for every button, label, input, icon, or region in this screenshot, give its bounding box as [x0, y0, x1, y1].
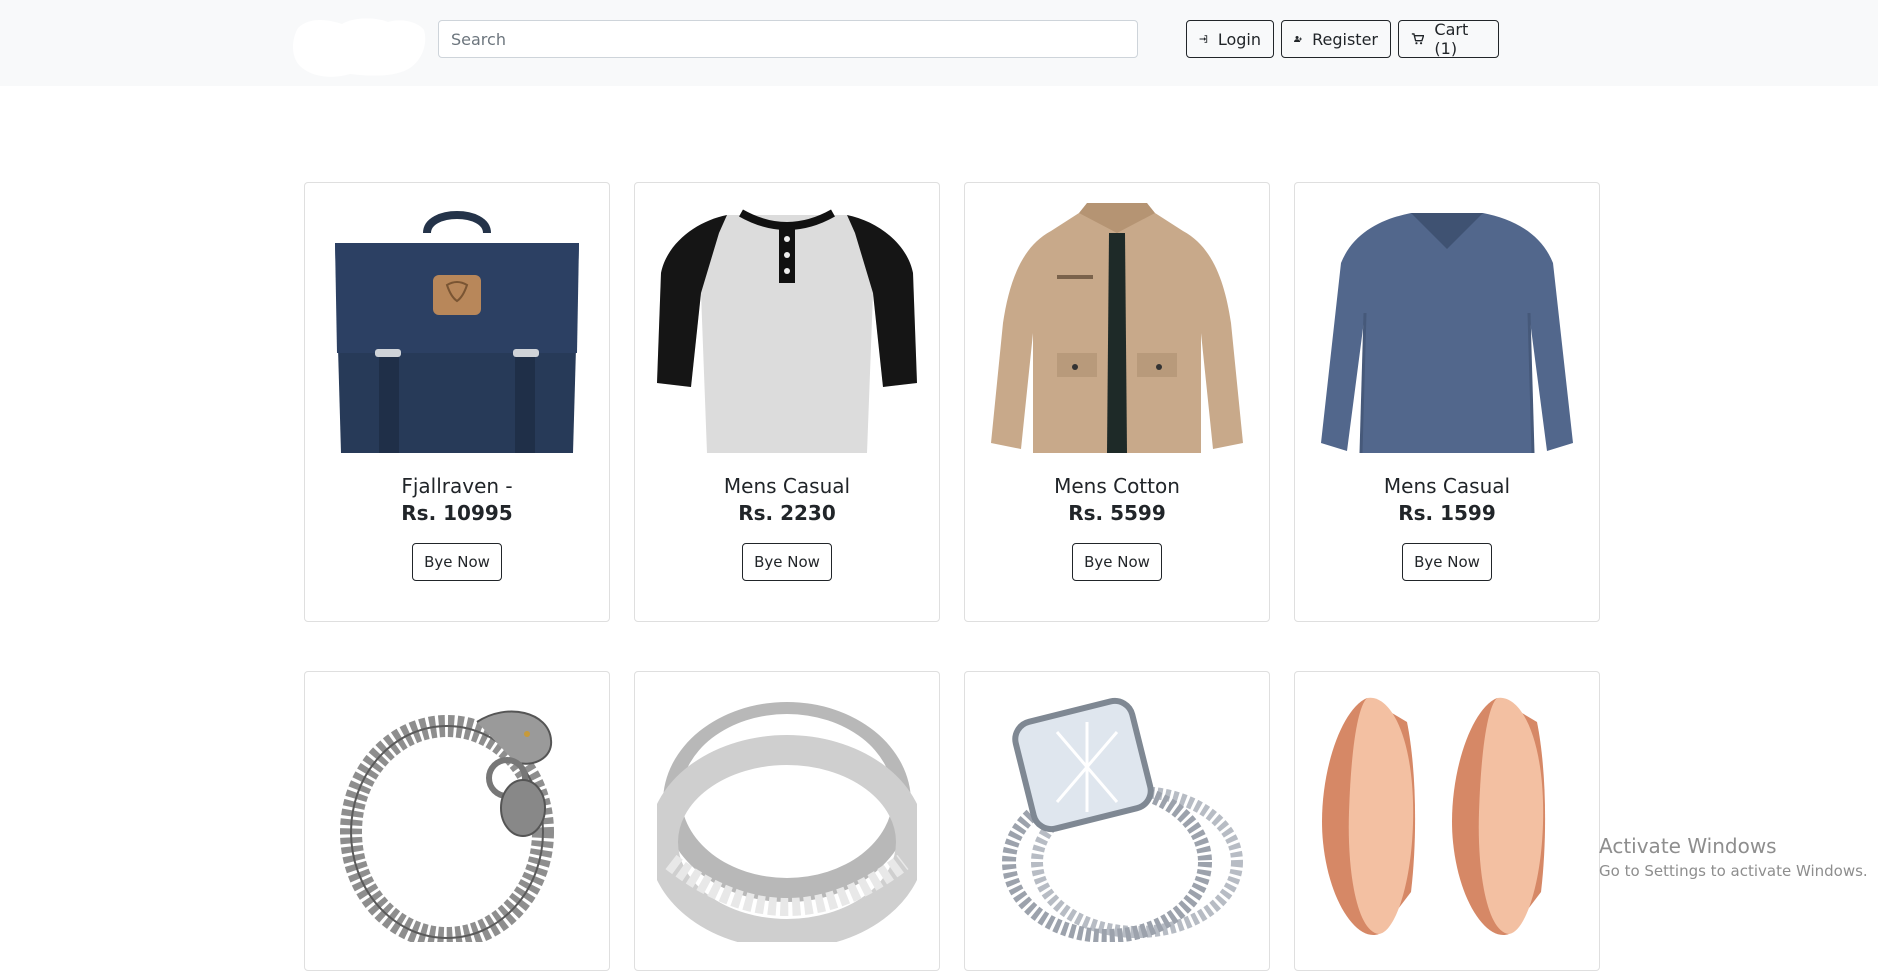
product-title: Mens Casual: [1383, 474, 1511, 498]
henley-shirt-image: [657, 209, 917, 453]
product-card: Mens Cotton Rs. 5599 Bye Now: [964, 182, 1270, 622]
product-card: Mens Casual Rs. 2230 Bye Now: [634, 182, 940, 622]
rose-gold-plugs-image: [1322, 697, 1546, 936]
cart-button[interactable]: Cart (1): [1398, 20, 1499, 58]
watermark-title: Activate Windows: [1599, 834, 1777, 858]
login-label: Login: [1217, 29, 1261, 49]
register-button[interactable]: Register: [1281, 20, 1391, 58]
dragon-bracelet-image: [340, 710, 554, 942]
search-input[interactable]: [438, 20, 1138, 58]
buy-now-button[interactable]: Bye Now: [1072, 543, 1162, 581]
cart-icon: [1411, 33, 1425, 45]
product-title: Fjallraven -: [401, 474, 513, 498]
login-button[interactable]: Login: [1186, 20, 1274, 58]
register-label: Register: [1312, 29, 1378, 49]
product-card: Mens Casual Rs. 1599 Bye Now: [1294, 182, 1600, 622]
backpack-image: [335, 211, 579, 453]
cart-label: Cart (1): [1434, 20, 1469, 58]
silver-ring-image: [657, 702, 917, 942]
product-price: Rs. 2230: [738, 501, 836, 525]
product-card: [304, 671, 610, 971]
buy-now-button[interactable]: Bye Now: [412, 543, 502, 581]
sign-in-icon: [1199, 35, 1208, 43]
product-card: [1294, 671, 1600, 971]
activate-windows-watermark: Activate Windows Go to Settings to activ…: [1599, 833, 1868, 881]
product-title: Mens Cotton: [1054, 474, 1180, 498]
top-navbar: Login Register Cart (1): [0, 0, 1878, 86]
watermark-subtitle: Go to Settings to activate Windows.: [1599, 862, 1868, 880]
buy-now-button[interactable]: Bye Now: [1402, 543, 1492, 581]
product-price: Rs. 5599: [1068, 501, 1166, 525]
product-title: Mens Casual: [723, 474, 851, 498]
brand-logo[interactable]: [290, 10, 428, 82]
user-plus-icon: [1294, 35, 1303, 43]
buy-now-button[interactable]: Bye Now: [742, 543, 832, 581]
product-card: [964, 671, 1270, 971]
product-card: [634, 671, 940, 971]
cotton-jacket-image: [991, 203, 1243, 453]
product-card: Fjallraven - Rs. 10995 Bye Now: [304, 182, 610, 622]
long-sleeve-shirt-image: [1321, 213, 1573, 453]
diamond-ring-image: [1002, 697, 1243, 942]
product-price: Rs. 1599: [1398, 501, 1496, 525]
product-price: Rs. 10995: [401, 501, 513, 525]
